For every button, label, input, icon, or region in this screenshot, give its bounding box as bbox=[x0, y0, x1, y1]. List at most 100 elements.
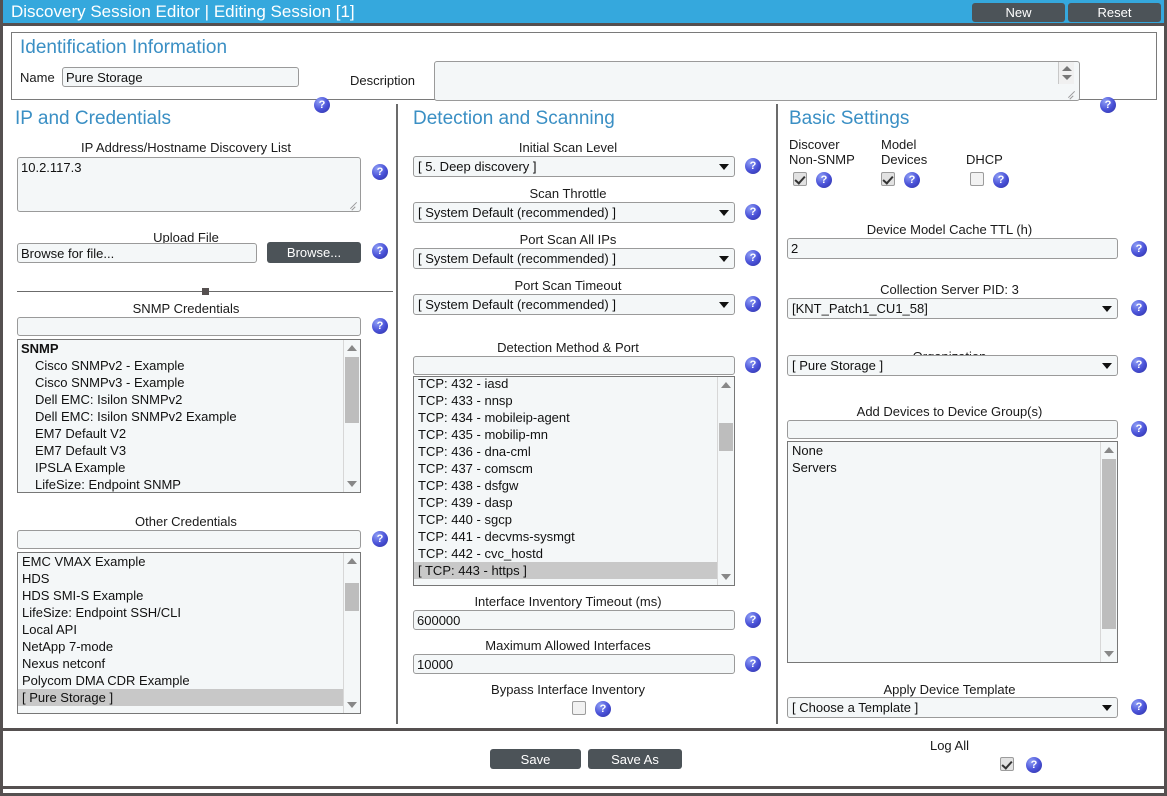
help-icon-detection-method[interactable]: ? bbox=[745, 357, 761, 373]
organization-select[interactable]: [ Pure Storage ] bbox=[787, 355, 1118, 376]
port-scan-all-ips-select[interactable]: [ System Default (recommended) ] bbox=[413, 248, 735, 269]
help-icon-description[interactable]: ? bbox=[1100, 97, 1116, 113]
help-icon-collection-server[interactable]: ? bbox=[1131, 300, 1147, 316]
port-listbox-scrollbar[interactable] bbox=[717, 377, 734, 585]
list-item[interactable]: LifeSize: Endpoint SSH/CLI bbox=[18, 604, 343, 621]
help-icon-device-groups[interactable]: ? bbox=[1131, 421, 1147, 437]
apply-device-template-select[interactable]: [ Choose a Template ] bbox=[787, 697, 1118, 718]
list-item[interactable]: Polycom DMA CDR Example bbox=[18, 672, 343, 689]
help-icon-initial-scan-level[interactable]: ? bbox=[745, 158, 761, 174]
name-input[interactable] bbox=[62, 67, 299, 87]
list-item[interactable]: Local API bbox=[18, 621, 343, 638]
help-icon-organization[interactable]: ? bbox=[1131, 357, 1147, 373]
list-item[interactable]: EM7 Default V3 bbox=[18, 442, 343, 459]
new-button[interactable]: New bbox=[972, 3, 1065, 22]
list-item[interactable]: Nexus netconf bbox=[18, 655, 343, 672]
scroll-down-icon[interactable] bbox=[718, 569, 734, 585]
device-groups-filter-input[interactable] bbox=[787, 420, 1118, 439]
help-icon-interface-inventory-timeout[interactable]: ? bbox=[745, 612, 761, 628]
save-button[interactable]: Save bbox=[490, 749, 581, 769]
scroll-up-icon[interactable] bbox=[718, 377, 734, 393]
help-icon-model-devices[interactable]: ? bbox=[904, 172, 920, 188]
list-item[interactable]: [ TCP: 443 - https ] bbox=[414, 562, 717, 579]
list-item[interactable]: TCP: 436 - dna-cml bbox=[414, 443, 717, 460]
list-item[interactable]: LifeSize: Endpoint SNMP bbox=[18, 476, 343, 492]
list-item[interactable]: TCP: 440 - sgcp bbox=[414, 511, 717, 528]
list-item[interactable]: TCP: 439 - dasp bbox=[414, 494, 717, 511]
snmp-listbox-scrollbar[interactable] bbox=[343, 340, 360, 492]
scrollbar-thumb[interactable] bbox=[719, 423, 733, 451]
scroll-up-icon[interactable] bbox=[344, 340, 360, 356]
scrollbar-thumb[interactable] bbox=[345, 357, 359, 423]
list-item[interactable]: Cisco SNMPv3 - Example bbox=[18, 374, 343, 391]
list-item[interactable]: TCP: 435 - mobilip-mn bbox=[414, 426, 717, 443]
help-icon-scan-throttle[interactable]: ? bbox=[745, 204, 761, 220]
list-item[interactable]: Cisco SNMPv2 - Example bbox=[18, 357, 343, 374]
scan-throttle-select[interactable]: [ System Default (recommended) ] bbox=[413, 202, 735, 223]
list-item[interactable]: TCP: 442 - cvc_hostd bbox=[414, 545, 717, 562]
interface-inventory-timeout-input[interactable] bbox=[413, 610, 735, 630]
log-all-checkbox[interactable] bbox=[1000, 757, 1014, 771]
list-item[interactable]: None bbox=[788, 442, 1100, 459]
snmp-credentials-filter-input[interactable] bbox=[17, 317, 361, 336]
help-icon-device-model-cache-ttl[interactable]: ? bbox=[1131, 241, 1147, 257]
scroll-up-icon[interactable] bbox=[344, 553, 360, 569]
maximum-allowed-interfaces-input[interactable] bbox=[413, 654, 735, 674]
model-devices-checkbox[interactable] bbox=[881, 172, 895, 186]
discover-non-snmp-checkbox[interactable] bbox=[793, 172, 807, 186]
upload-file-input[interactable] bbox=[17, 243, 257, 263]
help-icon-name[interactable]: ? bbox=[314, 97, 330, 113]
help-icon-bypass-interface-inventory[interactable]: ? bbox=[595, 701, 611, 717]
list-item[interactable]: NetApp 7-mode bbox=[18, 638, 343, 655]
list-item[interactable]: TCP: 434 - mobileip-agent bbox=[414, 409, 717, 426]
list-item[interactable]: EM7 Default V2 bbox=[18, 425, 343, 442]
list-item[interactable]: Dell EMC: Isilon SNMPv2 bbox=[18, 391, 343, 408]
initial-scan-level-select[interactable]: [ 5. Deep discovery ] bbox=[413, 156, 735, 177]
list-item[interactable]: TCP: 433 - nnsp bbox=[414, 392, 717, 409]
list-item[interactable]: TCP: 437 - comscm bbox=[414, 460, 717, 477]
description-input[interactable] bbox=[434, 61, 1080, 101]
scrollbar-thumb[interactable] bbox=[345, 583, 359, 611]
save-as-button[interactable]: Save As bbox=[588, 749, 682, 769]
bypass-interface-inventory-checkbox[interactable] bbox=[572, 701, 586, 715]
list-item[interactable]: TCP: 438 - dsfgw bbox=[414, 477, 717, 494]
list-item[interactable]: TCP: 441 - decvms-sysmgt bbox=[414, 528, 717, 545]
help-icon-snmp-credentials[interactable]: ? bbox=[372, 318, 388, 334]
list-item[interactable]: TCP: 432 - iasd bbox=[414, 377, 717, 392]
device-groups-scrollbar[interactable] bbox=[1100, 442, 1117, 662]
collection-server-select[interactable]: [KNT_Patch1_CU1_58] bbox=[787, 298, 1118, 319]
scrollbar-thumb[interactable] bbox=[1102, 459, 1116, 629]
reset-button[interactable]: Reset bbox=[1068, 3, 1161, 22]
help-icon-apply-device-template[interactable]: ? bbox=[1131, 699, 1147, 715]
list-item[interactable]: HDS bbox=[18, 570, 343, 587]
scroll-down-icon[interactable] bbox=[1101, 646, 1117, 662]
help-icon-port-scan-all-ips[interactable]: ? bbox=[745, 250, 761, 266]
detection-method-filter-input[interactable] bbox=[413, 356, 735, 375]
help-icon-other-credentials[interactable]: ? bbox=[372, 531, 388, 547]
scroll-down-icon[interactable] bbox=[344, 476, 360, 492]
discovery-list-input[interactable]: 10.2.117.3 bbox=[17, 157, 361, 212]
help-icon-maximum-allowed-interfaces[interactable]: ? bbox=[745, 656, 761, 672]
list-item[interactable]: Servers bbox=[788, 459, 1100, 476]
list-item[interactable]: SNMP bbox=[18, 340, 343, 357]
help-icon-dhcp[interactable]: ? bbox=[993, 172, 1009, 188]
other-credentials-filter-input[interactable] bbox=[17, 530, 361, 549]
scroll-down-icon[interactable] bbox=[344, 697, 360, 713]
list-item[interactable]: Dell EMC: Isilon SNMPv2 Example bbox=[18, 408, 343, 425]
device-groups-listbox[interactable]: None Servers bbox=[787, 441, 1118, 663]
help-icon-discover-non-snmp[interactable]: ? bbox=[816, 172, 832, 188]
help-icon-upload-file[interactable]: ? bbox=[372, 243, 388, 259]
browse-button[interactable]: Browse... bbox=[267, 242, 361, 263]
list-item[interactable]: [ Pure Storage ] bbox=[18, 689, 343, 706]
help-icon-log-all[interactable]: ? bbox=[1026, 757, 1042, 773]
snmp-credentials-listbox[interactable]: SNMP Cisco SNMPv2 - Example Cisco SNMPv3 -… bbox=[17, 339, 361, 493]
divider-handle[interactable] bbox=[202, 288, 209, 295]
list-item[interactable]: HDS SMI-S Example bbox=[18, 587, 343, 604]
other-credentials-listbox[interactable]: EMC VMAX Example HDS HDS SMI-S Example Life… bbox=[17, 552, 361, 714]
help-icon-discovery-list[interactable]: ? bbox=[372, 164, 388, 180]
dhcp-checkbox[interactable] bbox=[970, 172, 984, 186]
description-spinner[interactable] bbox=[1058, 62, 1074, 84]
other-listbox-scrollbar[interactable] bbox=[343, 553, 360, 713]
help-icon-port-scan-timeout[interactable]: ? bbox=[745, 296, 761, 312]
list-item[interactable]: EMC VMAX Example bbox=[18, 553, 343, 570]
